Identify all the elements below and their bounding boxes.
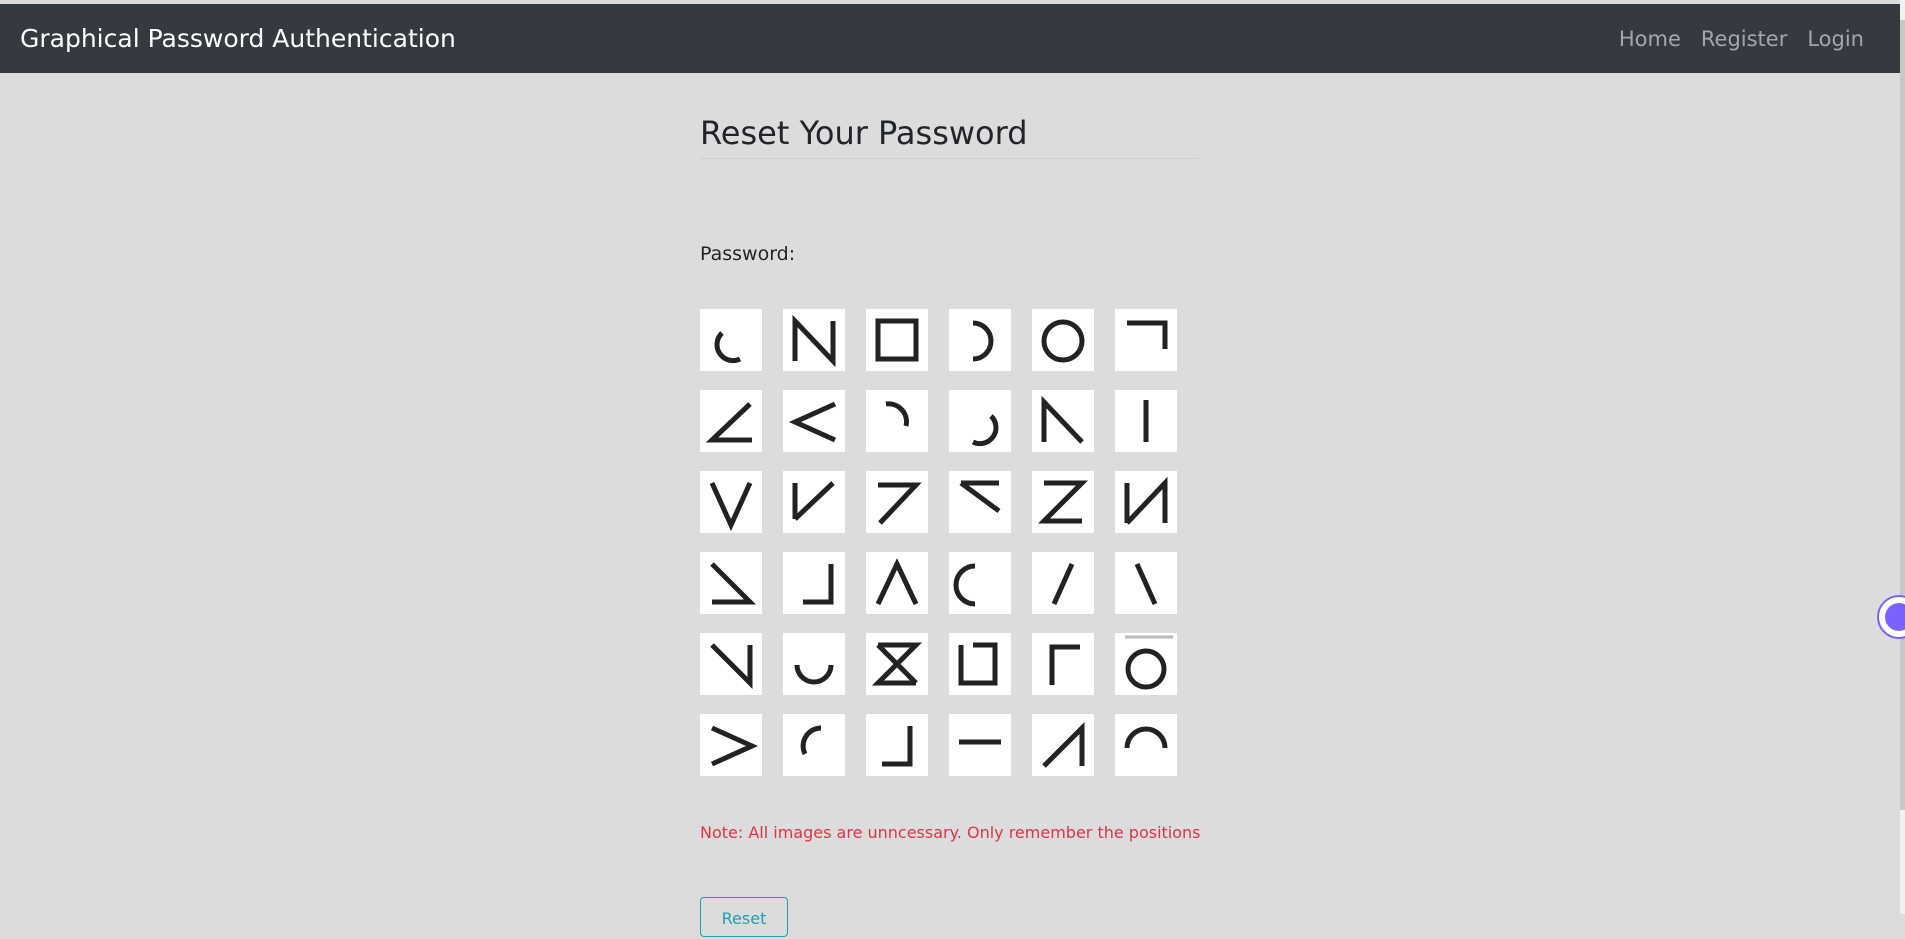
letter-n-icon	[792, 314, 836, 368]
password-image-tile[interactable]	[700, 714, 762, 776]
password-image-tile[interactable]	[1032, 309, 1094, 371]
bracket-box-icon	[958, 642, 998, 686]
password-image-tile[interactable]	[700, 552, 762, 614]
password-image-tile[interactable]	[700, 471, 762, 533]
page-title: Reset Your Password	[700, 114, 1028, 152]
slash-bottom-icon	[710, 562, 757, 605]
letter-z-reverse-icon	[871, 642, 923, 686]
arc-bottom-right-icon	[971, 414, 999, 447]
password-image-tile[interactable]	[783, 471, 845, 533]
greater-than-icon	[710, 725, 759, 767]
password-image-tile[interactable]	[866, 714, 928, 776]
slash-icon	[1051, 562, 1075, 606]
password-image-tile[interactable]	[949, 390, 1011, 452]
seven-icon	[878, 482, 922, 525]
navbar: Graphical Password Authentication Home R…	[0, 4, 1900, 73]
password-image-tile[interactable]	[1115, 309, 1177, 371]
note-text: Note: All images are unncessary. Only re…	[700, 823, 1201, 842]
nav-login-link[interactable]: Login	[1807, 27, 1864, 51]
password-image-tile[interactable]	[866, 390, 928, 452]
arc-bottom-icon	[794, 664, 834, 685]
password-image-tile[interactable]	[700, 633, 762, 695]
letter-v-icon	[709, 481, 753, 532]
password-image-tile[interactable]	[1115, 633, 1177, 695]
password-image-tile[interactable]	[866, 471, 928, 533]
horizontal-line-icon	[959, 739, 1001, 745]
password-image-tile[interactable]	[783, 633, 845, 695]
password-image-tile[interactable]	[783, 390, 845, 452]
password-image-tile[interactable]	[1115, 390, 1177, 452]
circle-open-icon	[1125, 635, 1173, 690]
password-image-tile[interactable]	[783, 552, 845, 614]
nav-home-link[interactable]: Home	[1619, 27, 1681, 51]
reset-button[interactable]: Reset	[700, 897, 788, 937]
password-image-tile[interactable]	[866, 633, 928, 695]
corner-top-left-icon	[1049, 644, 1080, 685]
password-image-tile[interactable]	[949, 714, 1011, 776]
password-image-tile[interactable]	[1032, 552, 1094, 614]
backslash-icon	[1134, 562, 1158, 606]
square-icon	[875, 318, 919, 362]
password-image-tile[interactable]	[1032, 471, 1094, 533]
scroll-thumb[interactable]	[1900, 20, 1905, 810]
diag-left-peak-icon	[1041, 395, 1084, 444]
password-label: Password:	[700, 243, 796, 265]
nav-register-link[interactable]: Register	[1701, 27, 1787, 51]
arc-lower-left-icon	[714, 331, 742, 364]
password-image-tile[interactable]	[949, 471, 1011, 533]
reverse-seven-icon	[959, 480, 1001, 514]
password-image-tile[interactable]	[783, 309, 845, 371]
nav-links: Home Register Login	[1599, 4, 1864, 73]
password-image-tile[interactable]	[949, 309, 1011, 371]
password-image-tile[interactable]	[866, 552, 928, 614]
circle-icon	[1041, 319, 1085, 363]
corner-bottom-right-icon	[803, 564, 834, 605]
diag-corner-icon	[710, 643, 753, 690]
page-scrollbar[interactable]	[1900, 0, 1905, 914]
password-image-tile[interactable]	[700, 390, 762, 452]
password-image-tile[interactable]	[866, 309, 928, 371]
arc-top-left-icon	[800, 725, 822, 756]
letter-z-icon	[1037, 480, 1089, 524]
password-image-tile[interactable]	[700, 309, 762, 371]
chat-widget-button[interactable]	[1877, 595, 1905, 639]
password-image-tile[interactable]	[1032, 633, 1094, 695]
password-image-tile[interactable]	[1115, 552, 1177, 614]
less-than-icon	[788, 401, 837, 443]
title-divider	[700, 158, 1198, 159]
vertical-line-icon	[1143, 400, 1149, 442]
angle-icon	[705, 402, 752, 443]
corner-top-right-icon	[1127, 320, 1168, 349]
brand-title[interactable]: Graphical Password Authentication	[20, 4, 456, 73]
check-v-icon	[792, 481, 835, 521]
arc-top-right-icon	[885, 401, 909, 427]
letter-n-reverse-icon	[1124, 476, 1168, 525]
password-image-tile[interactable]	[783, 714, 845, 776]
arc-top-icon	[1124, 726, 1168, 749]
diag-up-icon	[1042, 721, 1085, 768]
password-image-tile[interactable]	[949, 633, 1011, 695]
password-image-tile[interactable]	[1115, 471, 1177, 533]
arc-left-icon	[953, 563, 976, 607]
arc-right-icon	[972, 320, 994, 362]
corner-bottom-right-tall-icon	[882, 726, 913, 767]
password-image-tile[interactable]	[1032, 714, 1094, 776]
password-image-tile[interactable]	[1115, 714, 1177, 776]
chat-bot-icon	[1885, 603, 1905, 631]
password-image-tile[interactable]	[1032, 390, 1094, 452]
caret-icon	[875, 558, 919, 606]
password-image-tile[interactable]	[949, 552, 1011, 614]
